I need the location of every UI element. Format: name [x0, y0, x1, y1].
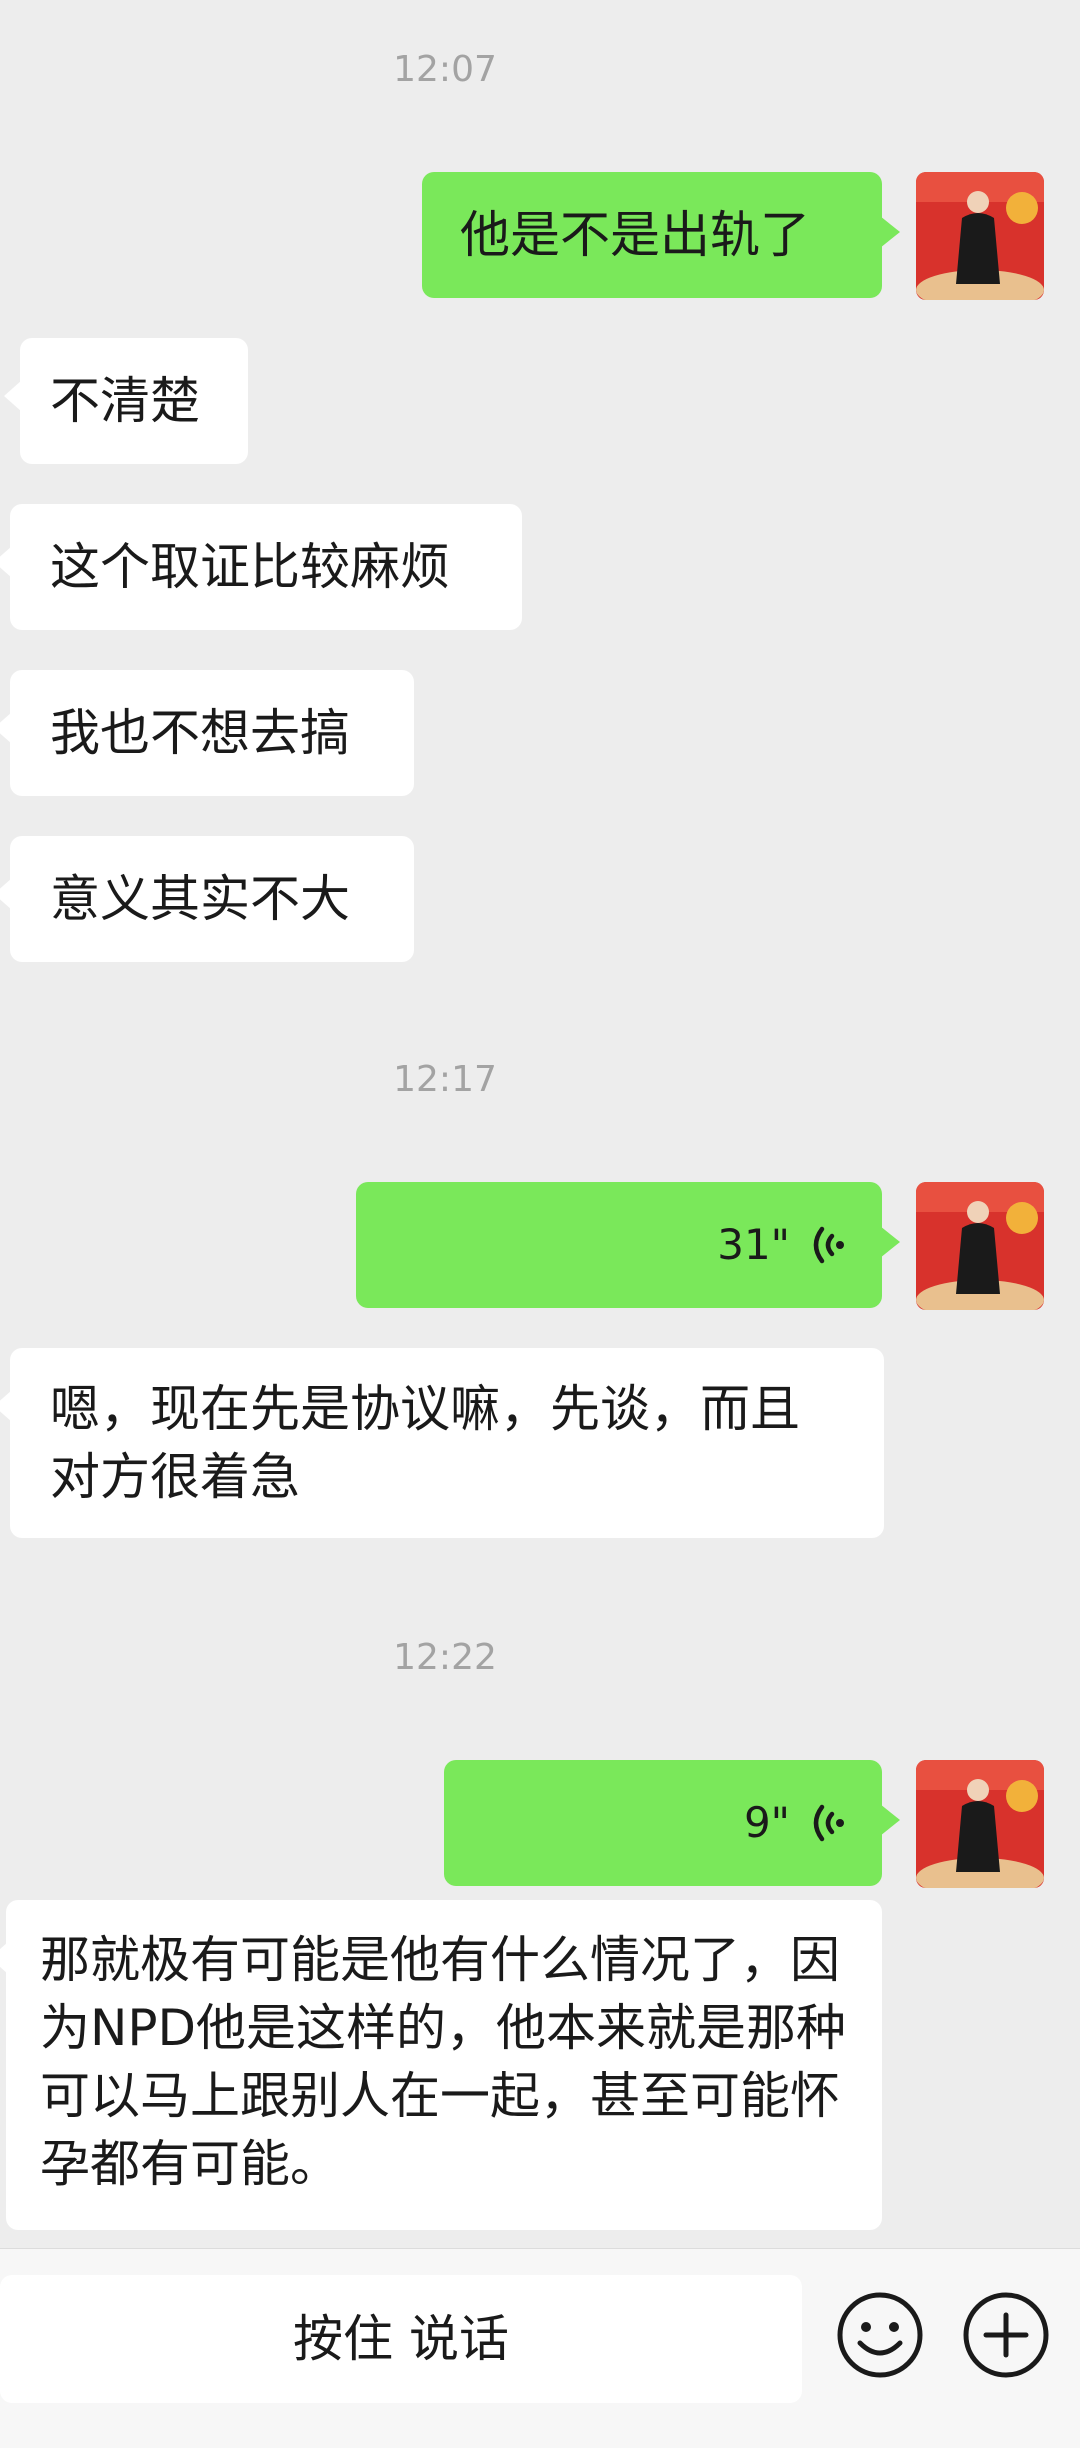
- message-text: 那就极有可能是他有什么情况了，因为NPD他是这样的，他本来就是那种可以马上跟别人…: [40, 1931, 847, 2193]
- outgoing-voice-bubble[interactable]: 31": [356, 1182, 900, 1308]
- outgoing-text-bubble[interactable]: 他是不是出轨了: [422, 172, 900, 298]
- incoming-text-bubble[interactable]: 意义其实不大: [0, 836, 414, 962]
- voice-wave-icon: [813, 1226, 844, 1264]
- avatar[interactable]: [916, 1760, 1044, 1888]
- input-bar: 按住 说话: [0, 2248, 1080, 2448]
- voice-duration: 9": [743, 1798, 790, 1847]
- incoming-text-bubble[interactable]: 这个取证比较麻烦: [0, 504, 522, 630]
- outgoing-voice-bubble[interactable]: 9": [444, 1760, 900, 1886]
- incoming-text-bubble[interactable]: 不清楚: [4, 338, 248, 464]
- voice-duration: 31": [717, 1220, 790, 1269]
- message-text: 这个取证比较麻烦: [50, 538, 450, 596]
- chat-screen: 12:07 他是不是出轨了 不清楚 这个取证比较麻烦 我也不想去搞 意义其实不大…: [0, 0, 1080, 2448]
- message-text: 意义其实不大: [50, 870, 350, 928]
- avatar-image: [916, 172, 1044, 300]
- avatar-image: [916, 1182, 1044, 1310]
- message-text: 他是不是出轨了: [460, 206, 810, 264]
- timestamp: 12:17: [393, 1059, 497, 1100]
- timestamp: 12:22: [393, 1637, 497, 1678]
- avatar-image: [916, 1760, 1044, 1888]
- voice-wave-icon: [813, 1804, 844, 1842]
- plus-icon[interactable]: [962, 2291, 1050, 2379]
- message-text: 嗯，现在先是协议嘛，先谈，而且对方很着急: [50, 1380, 800, 1506]
- message-text: 我也不想去搞: [50, 704, 350, 762]
- message-text: 不清楚: [50, 372, 200, 430]
- avatar[interactable]: [916, 1182, 1044, 1310]
- hold-to-talk-button[interactable]: 按住 说话: [0, 2275, 802, 2403]
- emoji-icon[interactable]: [836, 2291, 924, 2379]
- incoming-text-bubble[interactable]: 那就极有可能是他有什么情况了，因为NPD他是这样的，他本来就是那种可以马上跟别人…: [0, 1900, 882, 2230]
- incoming-text-bubble[interactable]: 嗯，现在先是协议嘛，先谈，而且对方很着急: [0, 1348, 884, 1538]
- avatar[interactable]: [916, 172, 1044, 300]
- timestamp: 12:07: [393, 49, 497, 90]
- incoming-text-bubble[interactable]: 我也不想去搞: [0, 670, 414, 796]
